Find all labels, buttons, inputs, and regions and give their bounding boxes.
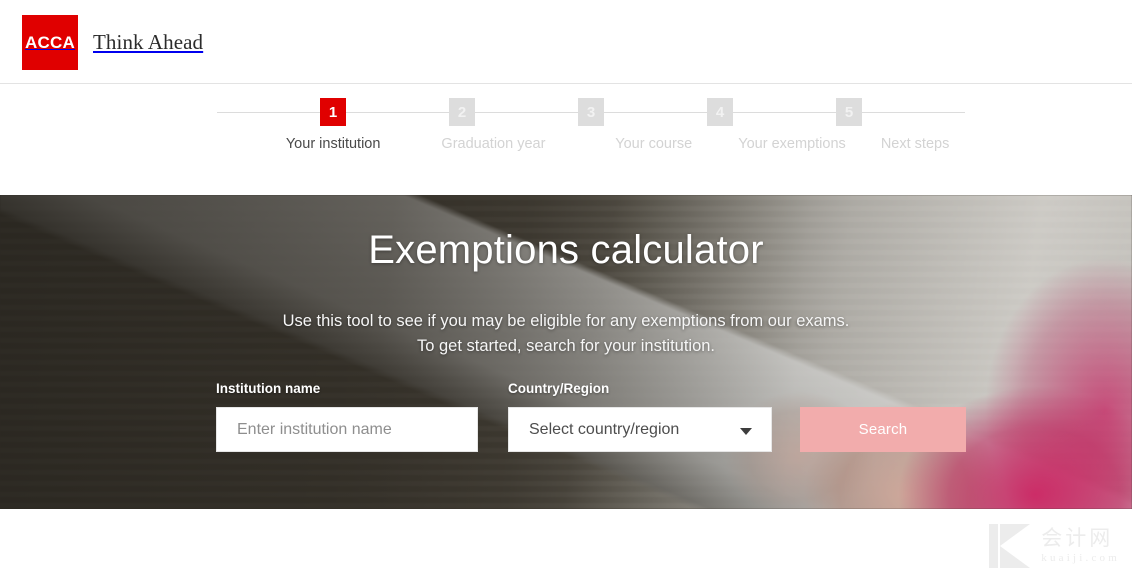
acca-tagline: Think Ahead [93,30,204,54]
hero-subtitle-line-2: To get started, search for your institut… [416,337,716,355]
progress-stepper: 1 2 3 4 5 Your institution Graduation ye… [0,84,1132,195]
acca-logo-link[interactable]: ACCA Think Ahead [22,15,203,70]
country-region-label: Country/Region [508,381,610,396]
watermark: 会计网 kuaiji.com [989,524,1120,568]
hero-subtitle-line-1: Use this tool to see if you may be eligi… [282,312,850,330]
institution-name-input[interactable]: Enter institution name [216,407,478,452]
hero-subtitle: Use this tool to see if you may be eligi… [0,273,1132,359]
country-region-select[interactable]: Select country/region [508,407,772,452]
k-upper-arm [1000,524,1031,546]
step-label-your-course[interactable]: Your course [597,136,711,152]
hero-banner: Exemptions calculator Use this tool to s… [0,195,1132,509]
acca-logo-mark: ACCA [22,15,78,70]
stepper-track: 1 2 3 4 5 Your institution Graduation ye… [217,84,965,195]
k-stem [989,524,999,568]
step-label-your-exemptions[interactable]: Your exemptions [735,136,849,152]
stepper-numbers-row: 1 2 3 4 5 [217,84,965,140]
stepper-labels-row: Your institution Graduation year Your co… [217,136,965,152]
chevron-down-icon [740,427,752,435]
k-lower-arm [1000,546,1031,568]
step-number-3[interactable]: 3 [578,98,604,126]
step-label-your-institution[interactable]: Your institution [266,136,400,152]
step-label-next-steps[interactable]: Next steps [865,136,965,152]
kuaiji-k-logo-icon [989,524,1033,568]
site-header: ACCA Think Ahead [0,0,1132,84]
hero-content: Exemptions calculator Use this tool to s… [0,195,1132,509]
footer-area: 会计网 kuaiji.com [0,509,1132,574]
acca-logo-text: ACCA [25,32,75,52]
step-number-4[interactable]: 4 [707,98,733,126]
country-field-group: Country/Region Select country/region [508,381,772,452]
step-number-2[interactable]: 2 [449,98,475,126]
step-number-1[interactable]: 1 [320,98,346,126]
institution-name-label: Institution name [216,381,321,396]
stepper-rail [862,111,965,113]
step-label-graduation-year[interactable]: Graduation year [426,136,560,152]
stepper-rail [346,111,449,113]
institution-search-form: Institution name Enter institution name … [216,381,976,452]
page-title: Exemptions calculator [368,228,764,272]
page-root: ACCA Think Ahead 1 2 3 4 5 Your institut… [0,0,1132,574]
step-number-5[interactable]: 5 [836,98,862,126]
stepper-rail [217,111,320,113]
stepper-rail [604,111,707,113]
stepper-rail [475,111,578,113]
watermark-domain: kuaiji.com [1041,552,1120,564]
institution-field-group: Institution name Enter institution name [216,381,478,452]
watermark-chinese-name: 会计网 [1041,527,1114,550]
watermark-text: 会计网 kuaiji.com [1041,524,1120,565]
stepper-rail [733,111,836,113]
search-button[interactable]: Search [800,407,966,452]
country-region-selected-value: Select country/region [529,420,680,438]
